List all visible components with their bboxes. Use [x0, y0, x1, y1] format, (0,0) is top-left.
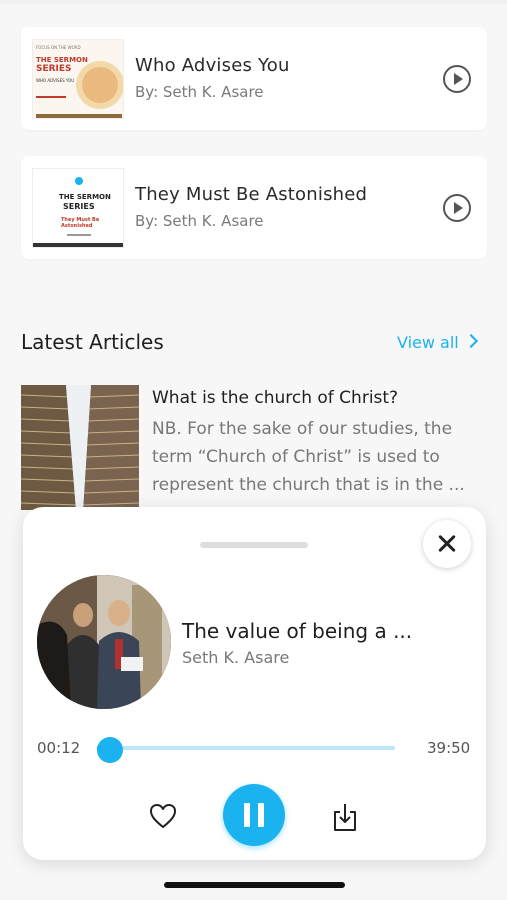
progress-track[interactable]: [97, 746, 395, 750]
pause-icon: [244, 803, 250, 827]
download-icon[interactable]: [332, 802, 358, 832]
top-divider: [0, 0, 507, 4]
pause-button[interactable]: [223, 784, 285, 846]
track-title: The value of being a ...: [182, 619, 413, 643]
current-time: 00:12: [37, 739, 81, 757]
thumb-caption: FOCUS ON THE WORD: [36, 45, 81, 50]
svg-text:Astonished: Astonished: [61, 223, 93, 229]
sermon-thumbnail: FOCUS ON THE WORD THE SERMON SERIES WHO …: [32, 39, 124, 119]
svg-text:SERIES: SERIES: [36, 64, 72, 74]
svg-text:SERIES: SERIES: [63, 202, 95, 211]
view-all-link[interactable]: View all: [397, 333, 459, 352]
progress-thumb[interactable]: [97, 737, 123, 763]
article-item[interactable]: What is the church of Christ? NB. For th…: [21, 385, 491, 510]
drag-handle[interactable]: [200, 542, 308, 548]
chevron-right-icon[interactable]: [463, 333, 479, 349]
sermon-card[interactable]: THE SERMON SERIES They Must Be Astonishe…: [21, 156, 487, 259]
svg-text:THE SERMON: THE SERMON: [36, 56, 88, 64]
track-artist: Seth K. Asare: [182, 648, 290, 667]
home-indicator: [164, 882, 345, 888]
svg-text:THE SERMON: THE SERMON: [59, 193, 111, 201]
play-circle-icon[interactable]: [443, 65, 471, 93]
album-cover: [37, 575, 171, 709]
audio-player-sheet: The value of being a ... Seth K. Asare 0…: [23, 507, 486, 860]
section-title: Latest Articles: [21, 330, 164, 354]
sermon-card[interactable]: FOCUS ON THE WORD THE SERMON SERIES WHO …: [21, 27, 487, 130]
sermon-author: By: Seth K. Asare: [135, 83, 264, 101]
article-title: What is the church of Christ?: [152, 388, 399, 408]
sermon-title: Who Advises You: [135, 55, 290, 76]
total-time: 39:50: [427, 739, 471, 757]
sermon-thumbnail: THE SERMON SERIES They Must Be Astonishe…: [32, 168, 124, 248]
sermon-title: They Must Be Astonished: [135, 184, 368, 205]
article-excerpt: NB. For the sake of our studies, the ter…: [152, 419, 465, 495]
sermon-author: By: Seth K. Asare: [135, 212, 264, 230]
heart-icon[interactable]: [149, 803, 177, 829]
play-circle-icon[interactable]: [443, 194, 471, 222]
close-icon[interactable]: [423, 520, 471, 568]
pause-icon: [258, 803, 264, 827]
svg-text:WHO ADVISES YOU: WHO ADVISES YOU: [36, 78, 74, 83]
article-thumbnail: [21, 385, 139, 510]
